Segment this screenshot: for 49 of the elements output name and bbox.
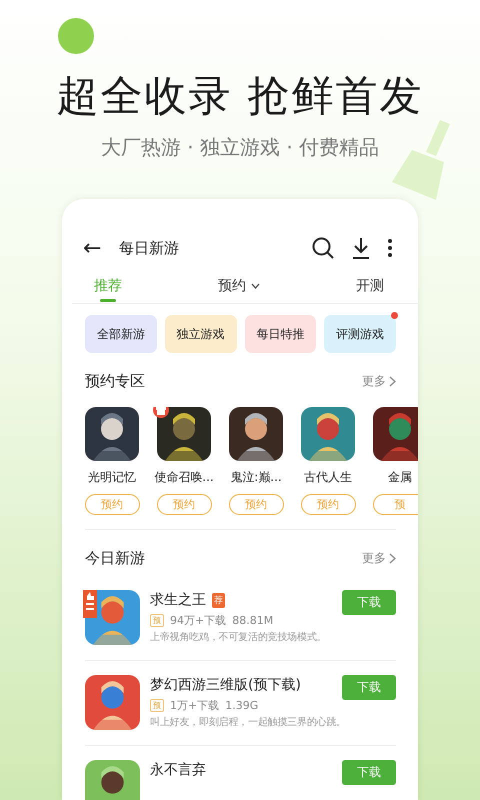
game-description: 上帝视角吃鸡，不可复活的竞技场模式。 — [150, 631, 328, 645]
game-name: 求生之王 — [150, 591, 206, 609]
tab[interactable]: 开测 — [348, 273, 392, 303]
file-size: 88.81M — [232, 614, 274, 627]
download-count: 94万+下载 — [170, 613, 226, 628]
notification-dot — [391, 312, 398, 319]
game-name: 使命召唤... — [154, 469, 214, 486]
recommend-tag: 荐 — [212, 592, 225, 608]
download-button[interactable]: 下载 — [342, 590, 396, 615]
download-count: 1万+下载 — [170, 698, 220, 713]
headline: 超全收录 抢鲜首发 — [56, 70, 424, 122]
caret-icon — [251, 283, 260, 289]
chevron-icon — [389, 553, 396, 564]
back-button[interactable]: ← — [83, 236, 119, 260]
tab[interactable]: 预约 — [210, 273, 268, 303]
download-button[interactable]: 下载 — [342, 675, 396, 700]
game-description: 叫上好友，即刻启程，一起触摸三界的心跳。 — [150, 716, 338, 730]
more-link[interactable]: 更多 — [362, 373, 396, 390]
game-name: 光明记忆 — [88, 469, 136, 486]
file-size: 1.39G — [225, 699, 258, 712]
featured-ribbon-icon — [83, 590, 97, 618]
category-chip[interactable]: 独立游戏 — [164, 315, 236, 353]
preload-tag: 预 — [150, 699, 164, 712]
more-link[interactable]: 更多 — [362, 550, 396, 567]
game-name: 鬼泣:巅... — [230, 469, 282, 486]
category-chip[interactable]: 每日特推 — [244, 315, 316, 353]
decor-circle — [58, 18, 94, 54]
more-icon[interactable] — [388, 239, 392, 257]
category-chip[interactable]: 全部新游 — [85, 315, 157, 353]
reserve-button[interactable]: 预约 — [300, 494, 356, 515]
game-name: 梦幻西游三维版(预下载) — [150, 676, 301, 694]
game-name: 金属 — [388, 469, 412, 486]
reserve-button[interactable]: 预约 — [156, 494, 212, 515]
game-name: 永不言弃 — [150, 761, 206, 779]
game-name: 古代人生 — [304, 469, 352, 486]
reserve-button[interactable]: 预约 — [85, 494, 140, 515]
tab[interactable]: 推荐 — [86, 273, 130, 303]
reserve-button[interactable]: 预 — [372, 494, 418, 515]
download-icon[interactable] — [352, 237, 370, 259]
page-title: 每日新游 — [119, 238, 180, 258]
section-title: 今日新游 — [85, 549, 145, 568]
chevron-icon — [389, 376, 396, 387]
category-chip[interactable]: 评测游戏 — [324, 315, 396, 353]
download-button[interactable]: 下载 — [342, 760, 396, 785]
subtitle: 大厂热游 · 独立游戏 · 付费精品 — [100, 134, 380, 161]
reserve-button[interactable]: 预约 — [228, 494, 284, 515]
section-title: 预约专区 — [85, 372, 145, 391]
search-icon[interactable] — [312, 237, 334, 259]
preload-tag: 预 — [150, 614, 164, 627]
